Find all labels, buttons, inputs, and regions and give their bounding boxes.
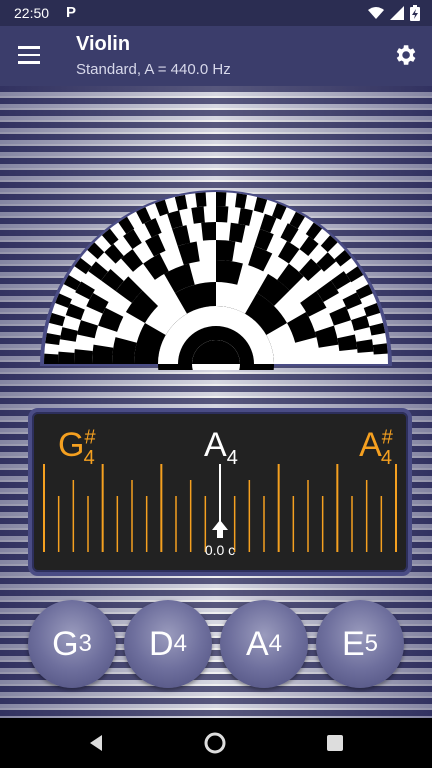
string-octave: 4 <box>173 630 187 657</box>
tuning-subtitle: Standard, A = 440.0 Hz <box>76 61 231 78</box>
string-letter: A <box>245 624 269 663</box>
string-octave: 3 <box>78 630 92 657</box>
string-button-a4[interactable]: A4 <box>220 600 308 688</box>
signal-icon <box>390 6 404 20</box>
instrument-title: Violin <box>76 33 131 55</box>
wifi-icon <box>368 7 384 19</box>
navigation-bar <box>0 718 432 768</box>
current-note-label: A4 <box>204 426 238 469</box>
home-circle-icon[interactable] <box>204 732 226 754</box>
app-bar: Violin Standard, A = 440.0 Hz <box>0 26 432 86</box>
recents-square-icon[interactable] <box>326 734 344 752</box>
string-selector: G3 D4 A4 E5 <box>28 600 408 690</box>
status-bar: 22:50 P <box>0 0 432 26</box>
strobe-segment <box>74 349 93 364</box>
string-octave: 5 <box>364 630 379 657</box>
pitch-indicator-arrow-icon <box>212 520 228 538</box>
strobe-segment <box>195 192 207 208</box>
gear-icon[interactable] <box>392 42 418 68</box>
strobe-dial <box>40 190 392 370</box>
battery-charging-icon <box>410 5 420 21</box>
strobe-segment <box>216 206 229 223</box>
status-time: 22:50 <box>14 5 50 21</box>
strobe-segment <box>58 351 75 364</box>
string-button-e5[interactable]: E5 <box>316 600 404 688</box>
string-button-g3[interactable]: G3 <box>28 600 116 688</box>
string-octave: 4 <box>268 630 283 657</box>
parking-app-icon: P <box>66 4 77 21</box>
string-letter: G <box>52 624 79 663</box>
string-letter: E <box>341 624 365 663</box>
string-button-d4[interactable]: D4 <box>124 600 212 688</box>
strobe-segment <box>201 222 216 241</box>
strobe-segment <box>216 192 227 207</box>
note-panel: G#4 A4 A#4 0.0 c <box>28 408 412 576</box>
back-triangle-icon[interactable] <box>86 733 106 753</box>
status-icons <box>368 5 420 21</box>
hamburger-menu-icon[interactable] <box>18 46 40 64</box>
strobe-segment <box>44 353 59 364</box>
previous-note-label: G#4 <box>58 426 96 469</box>
next-note-label: A#4 <box>359 426 393 469</box>
cents-readout: 0.0 c <box>204 542 236 558</box>
string-letter: D <box>149 624 174 663</box>
strobe-segment <box>216 240 236 262</box>
strobe-segment <box>372 343 388 355</box>
strobe-segment <box>92 344 114 364</box>
